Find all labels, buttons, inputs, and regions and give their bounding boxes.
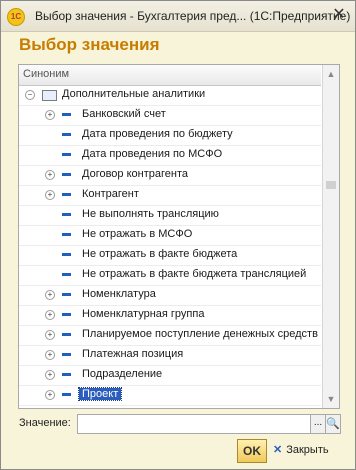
tree-row-label: Номенклатура [82,288,156,300]
expand-icon[interactable]: + [45,190,55,200]
tree-row[interactable]: + Контрагент [19,186,321,206]
tree-row[interactable]: Не отражать в факте бюджета [19,246,321,266]
tree-table: Синоним − Дополнительные аналитики + Банков… [18,64,340,409]
scroll-down-icon[interactable]: ▼ [326,394,336,404]
tree-row[interactable]: Дата проведения по бюджету [19,126,321,146]
tree-row-label: Контрагент [82,188,139,200]
attribute-icon [62,193,71,196]
expand-icon[interactable]: + [45,370,55,380]
expand-icon[interactable]: + [45,330,55,340]
title-bar[interactable]: 1С Выбор значения - Бухгалтерия пред... … [1,1,355,32]
ok-button[interactable]: OK [237,439,267,463]
tree-row-label: Договор контрагента [82,168,188,180]
attribute-icon [62,233,71,236]
attribute-icon [62,273,71,276]
tree-row[interactable]: − Дополнительные аналитики [19,86,321,106]
tree-row[interactable]: Не отражать в МСФО [19,226,321,246]
expand-icon[interactable]: + [45,170,55,180]
dialog-window: 1С Выбор значения - Бухгалтерия пред... … [0,0,356,470]
attribute-icon [62,353,71,356]
tree-row-label: Банковский счет [82,108,166,120]
attribute-icon [62,133,71,136]
window-close-icon[interactable]: ✕ [331,7,347,23]
tree-row[interactable]: + Номенклатурная группа [19,306,321,326]
column-header[interactable]: Синоним [19,65,321,86]
tree-row-label: Номенклатурная группа [82,308,205,320]
tree-row-label: Планируемое поступление денежных средств [82,328,318,340]
attribute-icon [62,253,71,256]
attribute-icon [62,373,71,376]
expand-icon[interactable]: + [45,290,55,300]
window-title: Выбор значения - Бухгалтерия пред... (1С… [35,9,351,23]
value-input[interactable] [77,414,311,434]
tree-row-label: Проект [77,387,123,401]
attribute-icon [62,393,71,396]
expand-icon[interactable]: + [45,350,55,360]
tree-row[interactable]: Не выполнять трансляцию [19,206,321,226]
close-button-label: Закрыть [286,444,329,456]
expand-icon[interactable]: + [45,310,55,320]
attribute-icon [62,213,71,216]
attribute-icon [62,293,71,296]
tree-row[interactable]: + Подразделение [19,366,321,386]
collapse-icon[interactable]: − [25,90,35,100]
form-title: Выбор значения [19,35,160,54]
select-value-button[interactable]: ... [310,414,326,434]
tree-row[interactable]: + Банковский счет [19,106,321,126]
tree-row-label: Не отражать в факте бюджета [82,248,238,260]
scroll-thumb[interactable] [326,181,336,189]
scroll-up-icon[interactable]: ▲ [326,69,336,79]
expand-icon[interactable]: + [45,110,55,120]
attribute-icon [62,313,71,316]
tree-row-label: Платежная позиция [82,348,184,360]
tree-row[interactable]: + Договор контрагента [19,166,321,186]
tree-row[interactable]: Дата проведения по МСФО [19,146,321,166]
close-icon: ✕ [273,444,283,456]
tree-row[interactable]: + Планируемое поступление денежных средст… [19,326,321,346]
tree-row-label: Не выполнять трансляцию [82,208,219,220]
column-header-label: Синоним [23,68,70,80]
tree-row-label: Не отражать в факте бюджета трансляцией [82,268,307,280]
tree-row-label: Дополнительные аналитики [62,88,206,100]
tree-row-label: Дата проведения по бюджету [82,128,233,140]
search-icon[interactable]: 🔍 [325,414,341,434]
tree-row-label: Не отражать в МСФО [82,228,193,240]
value-label: Значение: [19,417,71,429]
vertical-scrollbar[interactable]: ▲ ▼ [322,65,339,408]
app-icon: 1С [7,8,25,26]
attribute-icon [62,173,71,176]
tree-row[interactable]: Не отражать в факте бюджета трансляцией [19,266,321,286]
attribute-icon [62,333,71,336]
attribute-icon [62,153,71,156]
tree-row-label: Дата проведения по МСФО [82,148,223,160]
tree-row[interactable]: + Номенклатура [19,286,321,306]
tree-row[interactable]: +Расходная позиция [19,406,321,408]
tree-rows: − Дополнительные аналитики + Банковский сче… [19,86,321,408]
attribute-icon [62,113,71,116]
expand-icon[interactable]: + [45,390,55,400]
tree-row-label: Подразделение [82,368,163,380]
tree-row[interactable]: + Платежная позиция [19,346,321,366]
folder-icon [42,90,57,101]
tree-row[interactable]: + Проект [19,386,321,406]
close-button[interactable]: ✕ Закрыть [273,443,329,456]
